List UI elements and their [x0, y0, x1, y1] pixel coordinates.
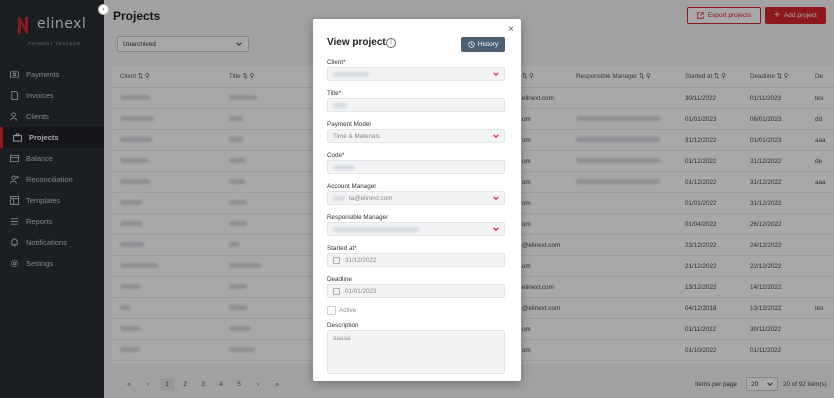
view-project-modal: × View project i History Client* Title* … — [313, 19, 521, 381]
started-at-label: Started at* — [327, 245, 357, 252]
calendar-icon — [333, 256, 340, 264]
code-label: Code* — [327, 152, 345, 159]
payment-model-label: Payment Model — [327, 121, 371, 128]
payment-model-value: Time & Materials — [333, 132, 381, 140]
chevron-left-icon: ‹ — [102, 6, 105, 13]
info-icon[interactable]: i — [386, 38, 396, 48]
started-at-value: 31/12/2022 — [345, 256, 377, 264]
chevron-down-icon — [493, 196, 499, 200]
active-label: Active — [339, 307, 357, 314]
client-label: Client* — [327, 59, 346, 66]
close-icon[interactable]: × — [508, 24, 514, 35]
history-label: History — [477, 41, 499, 48]
deadline-field[interactable]: 01/01/2023 — [327, 284, 505, 298]
chevron-down-icon — [493, 134, 499, 138]
deadline-value: 01/01/2023 — [345, 287, 377, 295]
account-manager-value: ta@elinext.com — [349, 194, 393, 202]
description-textarea[interactable]: aaaaa — [327, 330, 505, 374]
account-manager-label: Account Manager — [327, 183, 377, 190]
history-button[interactable]: History — [461, 37, 505, 52]
started-at-field[interactable]: 31/12/2022 — [327, 253, 505, 267]
modal-title: View project — [327, 37, 386, 48]
client-select[interactable] — [327, 67, 505, 81]
sidebar-collapse-button[interactable]: ‹ — [98, 4, 109, 15]
chevron-down-icon — [493, 227, 499, 231]
chevron-down-icon — [493, 72, 499, 76]
clock-icon — [468, 41, 475, 48]
title-field[interactable] — [327, 98, 505, 112]
calendar-icon — [333, 287, 340, 295]
active-checkbox[interactable] — [327, 306, 336, 315]
account-manager-select[interactable]: ta@elinext.com — [327, 191, 505, 205]
responsible-manager-label: Responsible Manager — [327, 214, 389, 221]
code-field[interactable] — [327, 160, 505, 174]
description-label: Description — [327, 322, 359, 329]
deadline-label: Deadline — [327, 276, 352, 283]
responsible-manager-select[interactable] — [327, 222, 505, 236]
title-label: Title* — [327, 90, 342, 97]
payment-model-select[interactable]: Time & Materials — [327, 129, 505, 143]
